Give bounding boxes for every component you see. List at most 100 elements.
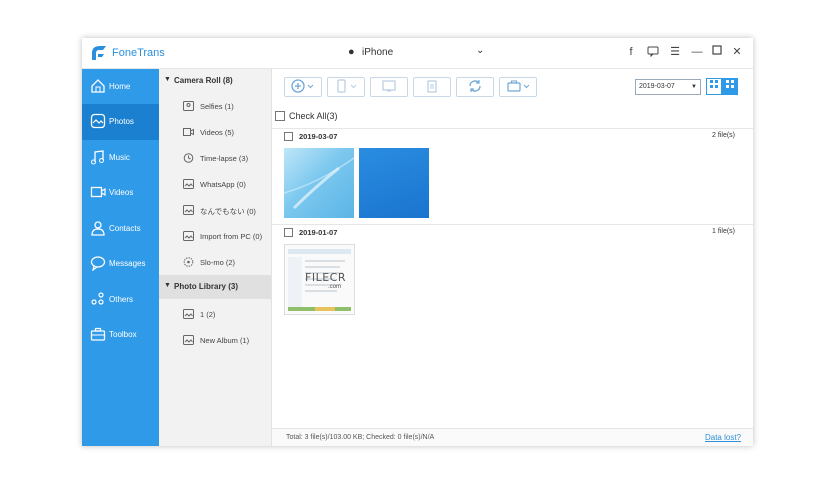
album-label: New Album (1) <box>200 336 250 345</box>
export-to-device-button[interactable] <box>327 77 365 97</box>
group-checkbox[interactable] <box>284 228 293 237</box>
album-item-whatsapp[interactable]: WhatsApp (0) <box>159 174 271 194</box>
album-label: Import from PC (0) <box>200 232 263 241</box>
photo-thumbnail[interactable] <box>359 148 429 218</box>
sidebar-item-label: Photos <box>109 117 134 126</box>
album-label: Slo-mo (2) <box>200 258 236 267</box>
photo-image <box>284 157 354 210</box>
toolbox-button[interactable] <box>499 77 537 97</box>
album-icon <box>183 335 194 345</box>
sidebar-item-others[interactable]: Others <box>82 282 159 318</box>
date-group-header: 2019-01-07 1 file(s) <box>272 224 753 239</box>
camera-roll-label: Camera Roll (8) <box>174 76 233 85</box>
album-item-selfies[interactable]: Selfies (1) <box>159 96 271 116</box>
total-status-text: Total: 3 file(s)/103.00 KB; Checked: 0 f… <box>286 434 435 441</box>
home-icon <box>91 79 105 93</box>
sidebar-item-label: Home <box>109 82 131 91</box>
others-icon <box>91 292 104 305</box>
chevron-down-icon: ⌄ <box>476 45 485 56</box>
facebook-icon[interactable]: f <box>624 45 638 59</box>
album-label: なんでもない (0) <box>200 207 256 216</box>
sidebar-item-label: Music <box>109 153 130 162</box>
expand-triangle-icon: ▼ <box>164 76 171 83</box>
sidebar-item-toolbox[interactable]: Toolbox <box>82 317 159 353</box>
camera-roll-header[interactable]: ▼ Camera Roll (8) <box>159 69 271 93</box>
device-selector[interactable]: ● iPhone ⌄ <box>348 45 488 60</box>
album-label: 1 (2) <box>200 310 216 319</box>
add-button[interactable] <box>284 77 322 97</box>
album-item-new-album[interactable]: New Album (1) <box>159 330 271 350</box>
sidebar-item-videos[interactable]: Videos <box>82 175 159 211</box>
group-file-count: 1 file(s) <box>712 228 735 235</box>
album-icon <box>183 205 194 215</box>
album-label: Videos (5) <box>200 128 235 137</box>
date-filter-select[interactable]: 2019-03-07 ▼ <box>635 79 701 95</box>
sidebar-item-photos[interactable]: Photos <box>82 104 159 140</box>
sidebar-item-label: Toolbox <box>109 330 137 339</box>
data-lost-link[interactable]: Data lost? <box>705 433 741 442</box>
feedback-icon[interactable] <box>646 45 660 59</box>
group-date: 2019-03-07 <box>299 132 338 141</box>
trash-icon <box>427 80 437 93</box>
monitor-icon <box>382 80 396 92</box>
toolbar: 2019-03-07 ▼ <box>272 69 753 103</box>
photos-icon <box>90 113 106 129</box>
album-icon <box>183 179 194 189</box>
refresh-icon <box>469 80 481 92</box>
slomo-icon <box>183 257 194 267</box>
photo-thumbnail[interactable]: FILECR .com <box>284 244 355 315</box>
main-content: 2019-03-07 ▼ Check All(3) 2019-03-07 2 f… <box>272 69 753 446</box>
video-icon <box>183 128 194 136</box>
maximize-icon[interactable] <box>710 45 724 59</box>
album-item-videos[interactable]: Videos (5) <box>159 122 271 142</box>
contacts-icon <box>91 221 105 236</box>
photo-library-header[interactable]: ▼ Photo Library (3) <box>159 275 271 299</box>
minimize-icon[interactable]: — <box>690 45 704 59</box>
export-to-pc-button[interactable] <box>370 77 408 97</box>
album-item-slomo[interactable]: Slo-mo (2) <box>159 252 271 272</box>
delete-button[interactable] <box>413 77 451 97</box>
sidebar-item-music[interactable]: Music <box>82 140 159 176</box>
phone-export-icon <box>337 79 357 93</box>
close-icon[interactable]: ✕ <box>730 45 744 59</box>
photo-thumbnail[interactable] <box>284 148 354 218</box>
group-date: 2019-01-07 <box>299 228 338 237</box>
grid-small-icon <box>726 80 734 88</box>
album-icon <box>183 309 194 319</box>
album-item-nandemonai[interactable]: なんでもない (0) <box>159 200 271 220</box>
watermark-subtext: .com <box>328 284 342 290</box>
watermark-text: FILECR <box>305 271 346 284</box>
apple-icon: ● <box>348 46 355 58</box>
group-checkbox[interactable] <box>284 132 293 141</box>
sidebar-item-label: Messages <box>109 259 146 268</box>
grid-large-icon <box>710 80 718 88</box>
selfie-icon <box>183 101 194 111</box>
sidebar-item-home[interactable]: Home <box>82 69 159 105</box>
menu-icon[interactable]: ☰ <box>668 45 682 59</box>
grid-small-view-button[interactable] <box>722 78 738 95</box>
album-item-import-from-pc[interactable]: Import from PC (0) <box>159 226 271 246</box>
music-icon <box>91 150 104 165</box>
check-all-checkbox[interactable] <box>275 111 285 121</box>
album-item-timelapse[interactable]: Time-lapse (3) <box>159 148 271 168</box>
sidebar-item-label: Videos <box>109 188 134 197</box>
album-icon <box>183 231 194 241</box>
status-bar: Total: 3 file(s)/103.00 KB; Checked: 0 f… <box>272 428 753 446</box>
album-panel: ▼ Camera Roll (8) Selfies (1) Videos (5)… <box>159 69 272 446</box>
fonetrans-logo-icon <box>92 46 106 60</box>
expand-triangle-icon: ▼ <box>164 282 171 289</box>
dropdown-arrow-icon: ▼ <box>691 84 697 90</box>
sidebar-item-label: Contacts <box>109 224 141 233</box>
timelapse-icon <box>183 153 194 163</box>
sidebar-item-messages[interactable]: Messages <box>82 246 159 282</box>
messages-icon <box>90 256 106 271</box>
sidebar-item-contacts[interactable]: Contacts <box>82 211 159 247</box>
album-item-1[interactable]: 1 (2) <box>159 304 271 324</box>
app-title: FoneTrans <box>112 47 165 59</box>
group-file-count: 2 file(s) <box>712 132 735 139</box>
check-all-label: Check All(3) <box>289 111 338 121</box>
title-bar: FoneTrans ● iPhone ⌄ f ☰ — ✕ <box>82 38 753 69</box>
grid-large-view-button[interactable] <box>706 78 722 95</box>
refresh-button[interactable] <box>456 77 494 97</box>
album-label: Selfies (1) <box>200 102 234 111</box>
